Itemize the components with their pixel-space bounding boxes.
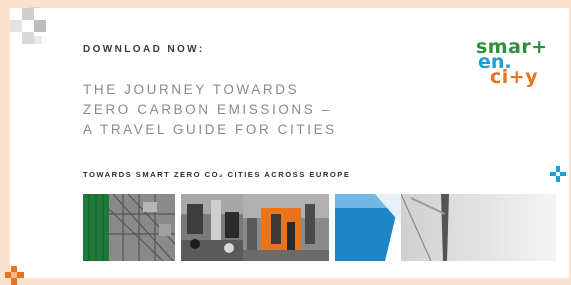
headline-line: THE JOURNEY TOWARDS <box>83 82 300 97</box>
city-traffic-photo <box>181 194 243 261</box>
blue-plus-icon <box>550 166 566 182</box>
logo-line-city: ci+y <box>490 66 539 88</box>
download-now-label[interactable]: DOWNLOAD NOW: <box>83 44 205 55</box>
grey-pixel-decoration <box>10 8 60 58</box>
tagline: TOWARDS SMART ZERO CO₂ CITIES ACROSS EUR… <box>83 170 351 179</box>
orange-crowd-photo <box>243 194 329 261</box>
wind-turbine-photo <box>401 194 556 261</box>
guide-headline[interactable]: THE JOURNEY TOWARDS ZERO CARBON EMISSION… <box>83 80 337 140</box>
green-building-photo <box>83 194 175 261</box>
headline-line: ZERO CARBON EMISSIONS – <box>83 102 332 117</box>
photo-strip <box>83 194 556 261</box>
headline-line: A TRAVEL GUIDE FOR CITIES <box>83 122 337 137</box>
blue-facade-photo <box>335 194 401 261</box>
smart-en-city-logo[interactable]: smar+ en. ci+y <box>476 38 548 88</box>
orange-plus-icon <box>5 266 24 285</box>
